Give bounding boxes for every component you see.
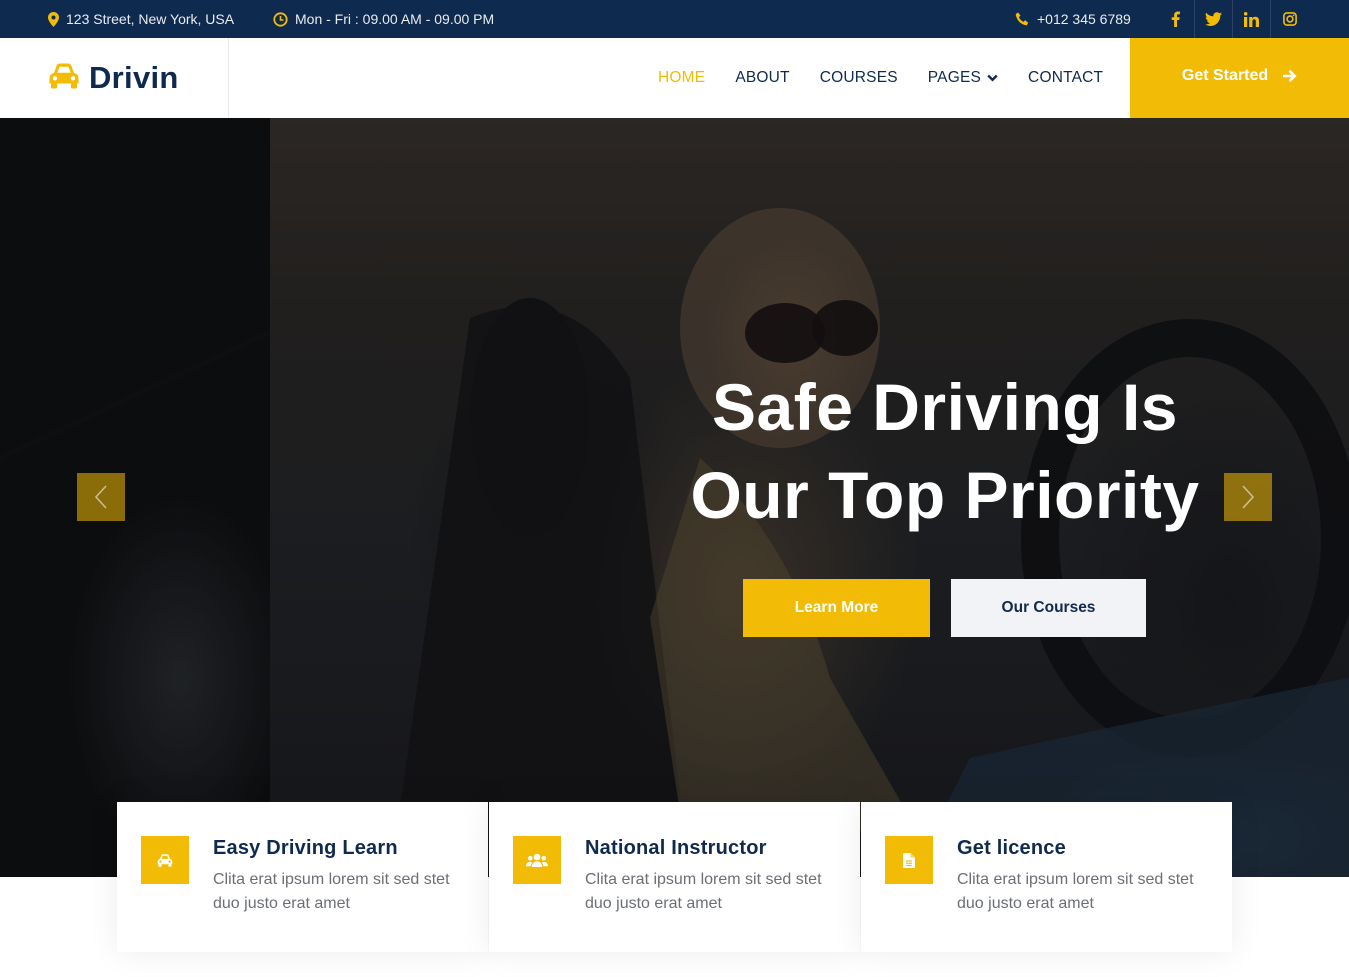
- file-icon: [885, 836, 933, 884]
- brand-name: Drivin: [89, 60, 179, 95]
- feature-content: Get licence Clita erat ipsum lorem sit s…: [957, 836, 1207, 952]
- linkedin-icon: [1244, 11, 1259, 27]
- linkedin-link[interactable]: [1232, 0, 1270, 38]
- car-icon: [48, 63, 80, 94]
- learn-more-button[interactable]: Learn More: [743, 579, 930, 637]
- chevron-right-icon: [1242, 485, 1255, 509]
- feature-description: Clita erat ipsum lorem sit sed stet duo …: [213, 871, 450, 912]
- nav-home[interactable]: HOME: [658, 69, 705, 87]
- nav-pages[interactable]: PAGES: [928, 69, 998, 87]
- chevron-down-icon: [987, 74, 998, 82]
- carousel-prev-button[interactable]: [77, 473, 125, 521]
- main-nav: HOME ABOUT COURSES PAGES CONTACT: [658, 38, 1133, 118]
- facebook-icon: [1171, 11, 1180, 27]
- top-bar: 123 Street, New York, USA Mon - Fri : 09…: [0, 0, 1349, 38]
- hero-title-line-2: Our Top Priority: [690, 458, 1200, 532]
- address-text: 123 Street, New York, USA: [66, 11, 235, 27]
- hero-carousel: Safe Driving Is Our Top Priority Learn M…: [0, 118, 1349, 877]
- clock-icon: [273, 11, 288, 27]
- feature-card: National Instructor Clita erat ipsum lor…: [489, 802, 860, 952]
- feature-title: Get licence: [957, 837, 1066, 859]
- feature-card: Easy Driving Learn Clita erat ipsum lore…: [117, 802, 488, 952]
- feature-description: Clita erat ipsum lorem sit sed stet duo …: [957, 871, 1194, 912]
- instagram-link[interactable]: [1270, 0, 1308, 38]
- feature-title: National Instructor: [585, 837, 767, 859]
- instagram-icon: [1282, 12, 1297, 26]
- nav-about[interactable]: ABOUT: [735, 69, 789, 87]
- twitter-link[interactable]: [1194, 0, 1232, 38]
- get-started-button[interactable]: Get Started: [1130, 38, 1349, 118]
- our-courses-button[interactable]: Our Courses: [951, 579, 1146, 637]
- chevron-left-icon: [94, 485, 107, 509]
- phone-icon: [1015, 12, 1030, 27]
- navbar: Drivin HOME ABOUT COURSES PAGES CONTACT …: [0, 38, 1349, 118]
- feature-cards: Easy Driving Learn Clita erat ipsum lore…: [117, 802, 1232, 952]
- get-started-label: Get Started: [1181, 67, 1269, 84]
- social-links: [1156, 0, 1308, 38]
- feature-content: Easy Driving Learn Clita erat ipsum lore…: [213, 836, 463, 952]
- hero-title: Safe Driving Is Our Top Priority: [600, 363, 1290, 539]
- nav-courses[interactable]: COURSES: [820, 69, 898, 87]
- map-marker-icon: [48, 11, 59, 27]
- feature-content: National Instructor Clita erat ipsum lor…: [585, 836, 835, 952]
- carousel-next-button[interactable]: [1224, 473, 1272, 521]
- feature-description: Clita erat ipsum lorem sit sed stet duo …: [585, 871, 822, 912]
- arrow-right-icon: [1283, 69, 1297, 83]
- feature-card: Get licence Clita erat ipsum lorem sit s…: [861, 802, 1232, 952]
- address-info: 123 Street, New York, USA: [48, 0, 234, 38]
- brand-logo[interactable]: Drivin: [0, 38, 229, 118]
- facebook-link[interactable]: [1156, 0, 1194, 38]
- feature-title: Easy Driving Learn: [213, 837, 398, 859]
- car-icon: [141, 836, 189, 884]
- hours-info: Mon - Fri : 09.00 AM - 09.00 PM: [273, 0, 494, 38]
- nav-pages-label: PAGES: [927, 69, 982, 86]
- hero-title-line-1: Safe Driving Is: [712, 370, 1178, 444]
- nav-contact[interactable]: CONTACT: [1028, 69, 1103, 87]
- phone-info: +012 345 6789: [1015, 0, 1131, 38]
- phone-text: +012 345 6789: [1037, 11, 1131, 27]
- users-icon: [513, 836, 561, 884]
- twitter-icon: [1205, 12, 1222, 26]
- hours-text: Mon - Fri : 09.00 AM - 09.00 PM: [295, 11, 495, 27]
